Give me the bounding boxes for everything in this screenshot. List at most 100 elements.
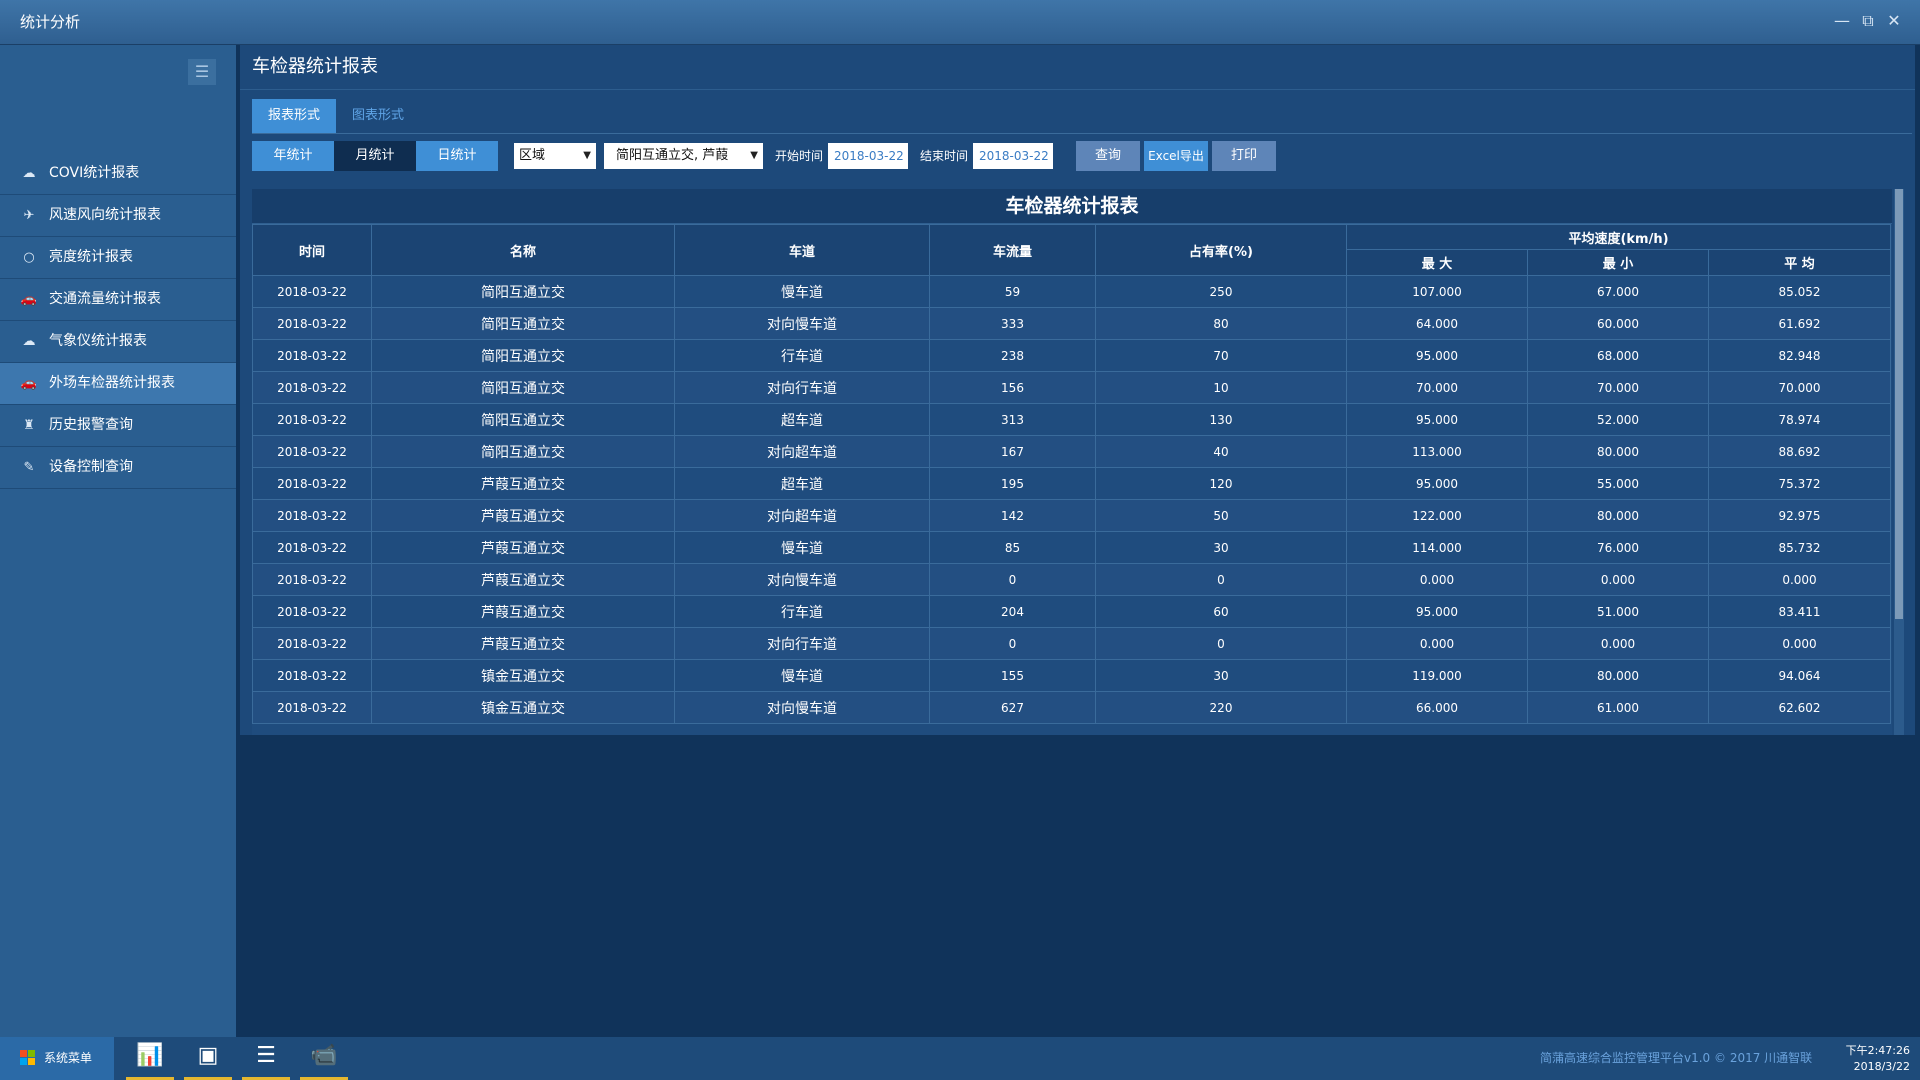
cell-occupancy: 0 (1095, 627, 1347, 660)
station-select-value: 简阳互通立交, 芦葭 (616, 148, 729, 163)
query-toolbar: 年统计 月统计 日统计 区域 ▼ 简阳互通立交, 芦葭 ▼ 开始时间 2018-… (252, 141, 1912, 171)
cell-speed-avg: 82.948 (1708, 339, 1891, 372)
tab-chart-form[interactable]: 图表形式 (336, 99, 420, 133)
cell-speed-avg: 0.000 (1708, 627, 1891, 660)
minimize-icon[interactable]: — (1832, 11, 1852, 31)
table-row[interactable]: 2018-03-22 芦葭互通立交 对向行车道 0 0 0.000 0.000 0.000 (252, 627, 1891, 660)
sidebar-item-6[interactable]: 🚗 外场车检器统计报表 (0, 363, 236, 405)
header-speed-max: 最 大 (1346, 249, 1528, 276)
start-date-input[interactable]: 2018-03-22 (828, 143, 908, 169)
close-icon[interactable]: ✕ (1884, 11, 1904, 31)
tab-report-form[interactable]: 报表形式 (252, 99, 337, 133)
scrollbar-thumb[interactable] (1895, 189, 1903, 619)
taskbar-app-1[interactable]: 📊 (126, 1037, 174, 1080)
station-select[interactable]: 简阳互通立交, 芦葭 ▼ (604, 143, 763, 169)
wrench-icon: ✎ (23, 460, 35, 475)
end-date-input[interactable]: 2018-03-22 (973, 143, 1053, 169)
cell-flow: 204 (929, 595, 1096, 628)
header-occupancy: 占有率(%) (1095, 224, 1347, 276)
cell-speed-avg: 0.000 (1708, 563, 1891, 596)
page-title: 车检器统计报表 (252, 56, 378, 77)
year-stat-button[interactable]: 年统计 (252, 141, 334, 171)
cell-speed-max: 95.000 (1346, 403, 1528, 436)
car-icon: 🚗 (20, 376, 38, 391)
sidebar-item-2[interactable]: ✈ 风速风向统计报表 (0, 195, 236, 237)
cloud-icon: ☁ (22, 334, 36, 349)
table-row[interactable]: 2018-03-22 简阳互通立交 对向行车道 156 10 70.000 70.000 70… (252, 371, 1891, 404)
month-stat-button[interactable]: 月统计 (334, 141, 416, 171)
cell-time: 2018-03-22 (252, 371, 372, 404)
table-row[interactable]: 2018-03-22 芦葭互通立交 对向超车道 142 50 122.000 80.000 9… (252, 499, 1891, 532)
table-row[interactable]: 2018-03-22 镇金互通立交 慢车道 155 30 119.000 80.000 94.… (252, 659, 1891, 692)
video-app-icon: 📹 (310, 1043, 338, 1068)
header-avg-speed: 平均速度(km/h) (1346, 224, 1891, 250)
table-row[interactable]: 2018-03-22 简阳互通立交 对向慢车道 333 80 64.000 60.000 61… (252, 307, 1891, 340)
sidebar-item-1[interactable]: ☁ COVI统计报表 (0, 153, 236, 195)
cell-flow: 238 (929, 339, 1096, 372)
system-menu-button[interactable]: 系统菜单 (0, 1037, 114, 1080)
day-stat-button[interactable]: 日统计 (416, 141, 498, 171)
table-row[interactable]: 2018-03-22 芦葭互通立交 对向慢车道 0 0 0.000 0.000 0.000 (252, 563, 1891, 596)
sidebar-item-3[interactable]: ○ 亮度统计报表 (0, 237, 236, 279)
report-table-container: 车检器统计报表 时间 名称 车道 车流量 占有率(%) 平均速度(km/h) 最… (252, 189, 1892, 735)
cell-speed-min: 67.000 (1527, 275, 1709, 308)
sidebar-toggle-icon[interactable]: ☰ (188, 59, 216, 85)
cell-flow: 195 (929, 467, 1096, 500)
taskbar-app-3[interactable]: ☰ (242, 1037, 290, 1080)
table-row[interactable]: 2018-03-22 简阳互通立交 慢车道 59 250 107.000 67.000 85.… (252, 275, 1891, 308)
sidebar-item-label: 气象仪统计报表 (49, 333, 147, 349)
taskbar: 系统菜单 📊 ▣ ☰ 📹 简蒲高速综合监控管理平台v1.0 © 2017 川通智联 下… (0, 1037, 1920, 1080)
cell-speed-avg: 62.602 (1708, 691, 1891, 724)
cell-name: 镇金互通立交 (371, 691, 675, 724)
region-select[interactable]: 区域 ▼ (514, 143, 596, 169)
cell-speed-min: 70.000 (1527, 371, 1709, 404)
table-row[interactable]: 2018-03-22 芦葭互通立交 行车道 204 60 95.000 51.000 83.4… (252, 595, 1891, 628)
cell-occupancy: 130 (1095, 403, 1347, 436)
query-button[interactable]: 查询 (1076, 141, 1140, 171)
report-table: 时间 名称 车道 车流量 占有率(%) 平均速度(km/h) 最 大 最 小 平… (252, 224, 1891, 724)
taskbar-app-2[interactable]: ▣ (184, 1037, 232, 1080)
table-row[interactable]: 2018-03-22 简阳互通立交 对向超车道 167 40 113.000 80.000 8… (252, 435, 1891, 468)
cloud-icon: ☁ (22, 166, 36, 181)
table-row[interactable]: 2018-03-22 芦葭互通立交 超车道 195 120 95.000 55.000 75.… (252, 467, 1891, 500)
cell-speed-min: 51.000 (1527, 595, 1709, 628)
sidebar-item-5[interactable]: ☁ 气象仪统计报表 (0, 321, 236, 363)
cell-speed-min: 60.000 (1527, 307, 1709, 340)
cell-speed-avg: 92.975 (1708, 499, 1891, 532)
table-row[interactable]: 2018-03-22 简阳互通立交 行车道 238 70 95.000 68.000 82.9… (252, 339, 1891, 372)
tabs-divider (252, 133, 1912, 134)
list-app-icon: ☰ (256, 1043, 276, 1068)
cell-time: 2018-03-22 (252, 499, 372, 532)
sidebar-menu: ☁ COVI统计报表 ✈ 风速风向统计报表 ○ 亮度统计报表 🚗 交通流量统计报表 ☁ 气象仪统计… (0, 153, 236, 489)
cell-speed-min: 0.000 (1527, 627, 1709, 660)
cell-occupancy: 220 (1095, 691, 1347, 724)
chart-app-icon: 📊 (136, 1043, 164, 1068)
print-button[interactable]: 打印 (1212, 141, 1276, 171)
sidebar-item-label: 风速风向统计报表 (49, 207, 161, 223)
cell-speed-max: 66.000 (1346, 691, 1528, 724)
sidebar-item-8[interactable]: ✎ 设备控制查询 (0, 447, 236, 489)
cell-name: 芦葭互通立交 (371, 531, 675, 564)
sidebar-item-label: 历史报警查询 (49, 417, 133, 433)
cell-lane: 超车道 (674, 403, 930, 436)
camera-grid-app-icon: ▣ (197, 1043, 219, 1068)
cell-flow: 59 (929, 275, 1096, 308)
cell-speed-avg: 78.974 (1708, 403, 1891, 436)
cell-speed-avg: 75.372 (1708, 467, 1891, 500)
maximize-icon[interactable]: ⧉ (1858, 11, 1878, 31)
table-scrollbar[interactable] (1894, 189, 1904, 735)
taskbar-app-4[interactable]: 📹 (300, 1037, 348, 1080)
cell-flow: 142 (929, 499, 1096, 532)
cell-speed-max: 95.000 (1346, 595, 1528, 628)
cell-occupancy: 250 (1095, 275, 1347, 308)
clock-date: 2018/3/22 (1853, 1060, 1910, 1073)
excel-export-button[interactable]: Excel导出 (1144, 141, 1208, 171)
cell-lane: 对向慢车道 (674, 563, 930, 596)
table-row[interactable]: 2018-03-22 镇金互通立交 对向慢车道 627 220 66.000 61.000 6… (252, 691, 1891, 724)
sidebar-item-7[interactable]: ♜ 历史报警查询 (0, 405, 236, 447)
table-row[interactable]: 2018-03-22 芦葭互通立交 慢车道 85 30 114.000 76.000 85.7… (252, 531, 1891, 564)
car-icon: 🚗 (20, 292, 38, 307)
cell-speed-min: 76.000 (1527, 531, 1709, 564)
table-row[interactable]: 2018-03-22 简阳互通立交 超车道 313 130 95.000 52.000 78.… (252, 403, 1891, 436)
sidebar-item-4[interactable]: 🚗 交通流量统计报表 (0, 279, 236, 321)
